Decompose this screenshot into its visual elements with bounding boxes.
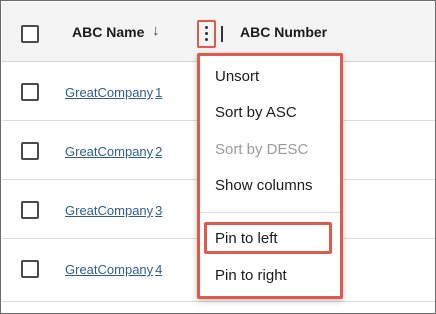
row-checkbox[interactable] <box>21 83 39 101</box>
row-company-link[interactable]: GreatCompany 1 <box>65 85 162 100</box>
company-number-text: 3 <box>155 203 163 218</box>
column-resize-handle[interactable] <box>221 26 223 42</box>
company-number-text: 1 <box>155 85 163 100</box>
select-all-checkbox[interactable] <box>21 25 39 43</box>
row-checkbox[interactable] <box>21 260 39 278</box>
menu-divider <box>200 212 340 213</box>
menu-item-sort-desc: Sort by DESC <box>215 141 309 158</box>
menu-item-pin-right[interactable]: Pin to right <box>215 267 287 284</box>
menu-item-show-columns[interactable]: Show columns <box>215 177 313 194</box>
company-name-text[interactable]: GreatCompany <box>65 144 153 159</box>
company-number-text: 4 <box>155 262 163 277</box>
company-name-text[interactable]: GreatCompany <box>65 203 153 218</box>
row-checkbox[interactable] <box>21 201 39 219</box>
company-number-text: 2 <box>155 144 163 159</box>
row-checkbox[interactable] <box>21 142 39 160</box>
company-name-text[interactable]: GreatCompany <box>65 85 153 100</box>
menu-item-unsort[interactable]: Unsort <box>215 68 259 85</box>
row-company-link[interactable]: GreatCompany 2 <box>65 144 162 159</box>
column-header-abc-name[interactable]: ABC Name <box>72 24 144 40</box>
menu-item-pin-left[interactable]: Pin to left <box>215 230 278 247</box>
sort-descending-icon[interactable]: ↓ <box>152 22 160 39</box>
column-header-abc-number[interactable]: ABC Number <box>240 24 327 40</box>
row-company-link[interactable]: GreatCompany 3 <box>65 203 162 218</box>
column-menu-button[interactable] <box>197 20 216 48</box>
row-company-link[interactable]: GreatCompany 4 <box>65 262 162 277</box>
kebab-dot-icon <box>205 32 208 35</box>
menu-item-sort-asc[interactable]: Sort by ASC <box>215 104 297 121</box>
kebab-dot-icon <box>205 38 208 41</box>
data-grid: ABC Name ↓ ABC Number GreatCompany 1 Grea… <box>0 0 436 314</box>
company-name-text[interactable]: GreatCompany <box>65 262 153 277</box>
column-options-menu: Unsort Sort by ASC Sort by DESC Show col… <box>197 53 343 299</box>
kebab-dot-icon <box>205 26 208 29</box>
